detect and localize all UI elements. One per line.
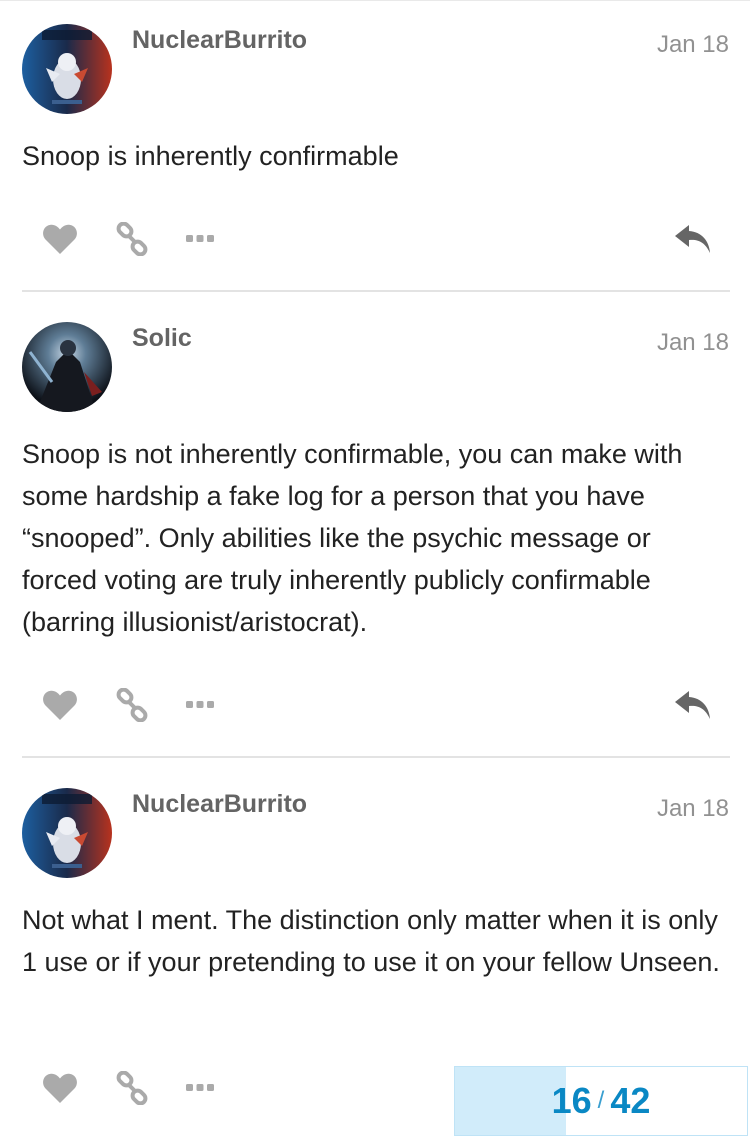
post-body: Not what I ment. The distinction only ma…: [22, 905, 720, 977]
reply-button[interactable]: [670, 215, 716, 263]
more-icon: [186, 235, 214, 242]
like-button[interactable]: [38, 1064, 82, 1112]
top-divider: [0, 0, 750, 1]
post-actions: [0, 681, 750, 729]
post-divider: [22, 290, 730, 292]
more-actions-button[interactable]: [180, 215, 220, 263]
post-body: Snoop is not inherently confirmable, you…: [22, 439, 683, 637]
more-icon: [186, 701, 214, 708]
more-actions-button[interactable]: [180, 681, 220, 729]
reply-icon: [675, 225, 710, 253]
share-link-button[interactable]: [110, 215, 154, 263]
solic-avatar[interactable]: [22, 322, 112, 412]
progress-current-post: 16: [551, 1080, 592, 1121]
post-date[interactable]: Jan 18: [657, 31, 729, 59]
heart-icon: [43, 1073, 77, 1103]
like-button[interactable]: [38, 215, 82, 263]
link-icon: [116, 688, 148, 722]
post-author[interactable]: Solic: [132, 324, 192, 353]
reply-icon: [675, 691, 710, 719]
post-date[interactable]: Jan 18: [657, 329, 729, 357]
post-divider: [22, 756, 730, 758]
reply-button[interactable]: [670, 681, 716, 729]
nuclearburrito-avatar[interactable]: [22, 788, 112, 878]
link-icon: [116, 1071, 148, 1105]
topic-progress[interactable]: 16 / 42: [454, 1066, 748, 1136]
topic-progress-label: 16 / 42: [455, 1067, 747, 1135]
post-author[interactable]: NuclearBurrito: [132, 26, 307, 55]
post-body: Snoop is inherently confirmable: [22, 141, 399, 171]
progress-separator: /: [597, 1087, 605, 1114]
post-author[interactable]: NuclearBurrito: [132, 790, 307, 819]
more-actions-button[interactable]: [180, 1064, 220, 1112]
post-actions: [0, 215, 750, 263]
heart-icon: [43, 690, 77, 720]
more-icon: [186, 1084, 214, 1091]
share-link-button[interactable]: [110, 681, 154, 729]
share-link-button[interactable]: [110, 1064, 154, 1112]
nuclearburrito-avatar[interactable]: [22, 24, 112, 114]
heart-icon: [43, 224, 77, 254]
like-button[interactable]: [38, 681, 82, 729]
post-date[interactable]: Jan 18: [657, 795, 729, 823]
progress-total-posts: 42: [610, 1080, 651, 1121]
link-icon: [116, 222, 148, 256]
